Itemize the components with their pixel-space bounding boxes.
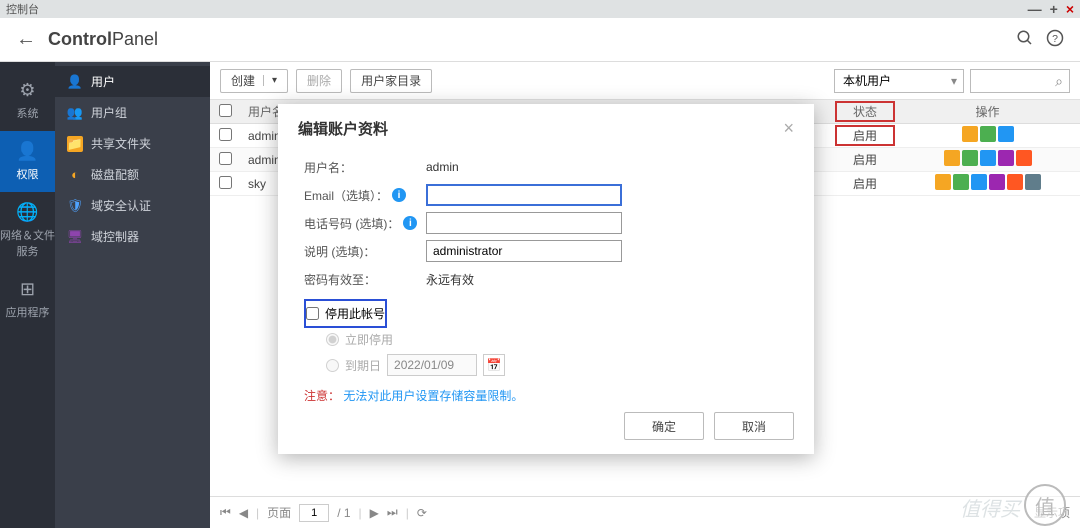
back-arrow-icon[interactable]: ← xyxy=(16,28,36,51)
globe-icon: 🌐 xyxy=(0,202,55,223)
page-title: ControlPanel xyxy=(48,29,158,50)
ok-button[interactable]: 确定 xyxy=(624,412,704,440)
desc-label: 说明 (选填)： xyxy=(304,243,426,260)
email-field[interactable] xyxy=(426,184,622,206)
secondary-sidebar: 👤用户 👥用户组 📁共享文件夹 ◐磁盘配额 🛡域安全认证 🖥域控制器 xyxy=(55,62,210,528)
sidebar-item-users[interactable]: 👤用户 xyxy=(55,66,210,97)
sidebar-item-network[interactable]: 🌐网络＆文件服务 xyxy=(0,192,55,269)
sidebar-item-permissions[interactable]: 👤权限 xyxy=(0,131,55,192)
first-page-icon[interactable]: ⏮ xyxy=(220,505,231,520)
apps-icon: ⊞ xyxy=(0,279,55,300)
row-actions[interactable] xyxy=(935,174,1041,190)
cell-status: 启用 xyxy=(835,151,895,168)
header: ← ControlPanel ? xyxy=(0,18,1080,62)
storage-note: 注意： 无法对此用户设置存储容量限制。 xyxy=(304,387,788,404)
prev-page-icon[interactable]: ◀ xyxy=(239,506,248,520)
users-icon: 👥 xyxy=(67,105,83,121)
description-field[interactable] xyxy=(426,240,622,262)
folder-icon: 📁 xyxy=(67,136,83,152)
disable-now-radio xyxy=(326,333,339,346)
user-home-button[interactable]: 用户家目录 xyxy=(350,69,432,93)
last-page-icon[interactable]: ⏭ xyxy=(387,505,398,520)
toolbar: 创建▾ 删除 用户家目录 本机用户 xyxy=(210,62,1080,100)
delete-button: 删除 xyxy=(296,69,342,93)
sidebar-item-quota[interactable]: ◐磁盘配额 xyxy=(55,159,210,190)
user-filter-select[interactable]: 本机用户 xyxy=(834,69,964,93)
search-icon[interactable] xyxy=(1016,29,1034,50)
sidebar-item-shared-folders[interactable]: 📁共享文件夹 xyxy=(55,128,210,159)
cell-status: 启用 xyxy=(835,125,895,146)
maximize-button[interactable]: + xyxy=(1050,1,1058,17)
phone-field[interactable] xyxy=(426,212,622,234)
server-icon: 🖥 xyxy=(67,229,83,245)
watermark-badge: 值 xyxy=(1024,484,1066,526)
info-icon[interactable]: i xyxy=(403,216,417,230)
row-checkbox[interactable] xyxy=(219,176,232,189)
next-page-icon[interactable]: ▶ xyxy=(370,506,379,520)
col-status[interactable]: 状态 xyxy=(835,101,895,122)
modal-title: 编辑账户资料 xyxy=(298,118,388,139)
info-icon[interactable]: i xyxy=(392,188,406,202)
sidebar-item-groups[interactable]: 👥用户组 xyxy=(55,97,210,128)
shield-icon: 🛡 xyxy=(67,198,83,214)
close-icon[interactable]: × xyxy=(783,118,794,139)
disk-icon: ◐ xyxy=(67,167,83,183)
pwdvalid-value: 永远有效 xyxy=(426,271,474,288)
refresh-icon[interactable]: ⟳ xyxy=(417,506,427,520)
expire-date-field xyxy=(387,354,477,376)
calendar-icon: 📅 xyxy=(483,354,505,376)
help-icon[interactable]: ? xyxy=(1046,29,1064,50)
user-icon: 👤 xyxy=(67,74,83,90)
row-checkbox[interactable] xyxy=(219,152,232,165)
page-total: / 1 xyxy=(337,506,350,520)
page-label: 页面 xyxy=(267,504,291,521)
disable-account-row[interactable]: 停用此帐号 xyxy=(304,299,387,328)
create-button[interactable]: 创建▾ xyxy=(220,69,288,93)
search-input[interactable] xyxy=(970,69,1070,93)
pwdvalid-label: 密码有效至： xyxy=(304,271,426,288)
col-actions: 操作 xyxy=(895,103,1080,120)
chevron-down-icon: ▾ xyxy=(263,75,277,86)
cell-status: 启用 xyxy=(835,175,895,192)
sidebar-item-apps[interactable]: ⊞应用程序 xyxy=(0,269,55,330)
email-label: Email（选填）：i xyxy=(304,187,426,204)
row-checkbox[interactable] xyxy=(219,128,232,141)
edit-account-modal: 编辑账户资料 × 用户名： admin Email（选填）：i 电话号码 (选填… xyxy=(278,104,814,454)
watermark-text: 值得买 xyxy=(960,493,1020,522)
gear-icon: ⚙ xyxy=(0,80,55,101)
sidebar-item-domain-controller[interactable]: 🖥域控制器 xyxy=(55,221,210,252)
sidebar-item-domain-security[interactable]: 🛡域安全认证 xyxy=(55,190,210,221)
close-button[interactable]: × xyxy=(1066,1,1074,17)
user-icon: 👤 xyxy=(0,141,55,162)
page-input[interactable] xyxy=(299,504,329,522)
minimize-button[interactable]: — xyxy=(1028,1,1042,17)
expire-label: 到期日 xyxy=(345,357,381,374)
disable-account-checkbox[interactable] xyxy=(306,307,319,320)
row-actions[interactable] xyxy=(944,150,1032,166)
expire-radio xyxy=(326,359,339,372)
window-title: 控制台 xyxy=(6,1,39,17)
sidebar-item-system[interactable]: ⚙系统 xyxy=(0,70,55,131)
phone-label: 电话号码 (选填)：i xyxy=(304,215,426,232)
svg-text:?: ? xyxy=(1052,33,1058,45)
disable-account-label: 停用此帐号 xyxy=(325,305,385,322)
disable-now-label: 立即停用 xyxy=(345,331,393,348)
select-all-checkbox[interactable] xyxy=(219,104,232,117)
row-actions[interactable] xyxy=(962,126,1014,142)
username-value: admin xyxy=(426,160,459,174)
pagination: ⏮ ◀ | 页面 / 1 | ▶ ⏭ | ⟳ 显示项 xyxy=(210,496,1080,528)
cancel-button[interactable]: 取消 xyxy=(714,412,794,440)
primary-sidebar: ⚙系统 👤权限 🌐网络＆文件服务 ⊞应用程序 xyxy=(0,62,55,528)
username-label: 用户名： xyxy=(304,159,426,176)
